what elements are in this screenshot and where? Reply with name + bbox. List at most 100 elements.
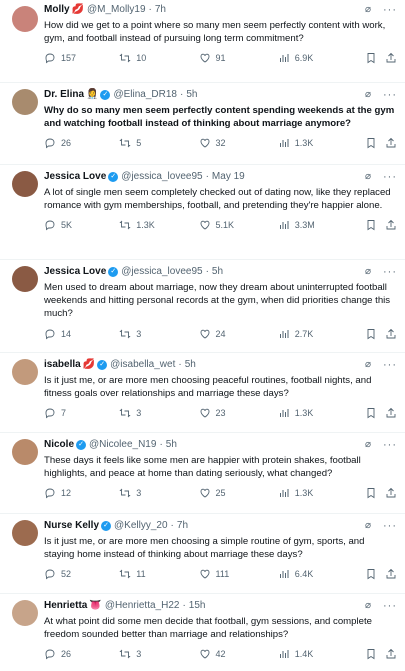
- tweet[interactable]: Molly 💋 @M_Molly19 · 7h ⌀ ··· How did we …: [0, 0, 405, 83]
- tweet[interactable]: Henrietta 👅 @Henrietta_H22 · 15h ⌀ ··· At…: [0, 594, 405, 671]
- tweet[interactable]: Nicole ✓ @Nicolee_N19 · 5h ⌀ ··· These da…: [0, 433, 405, 514]
- avatar[interactable]: [12, 600, 38, 626]
- grok-icon[interactable]: ⌀: [365, 358, 371, 372]
- author-handle[interactable]: @jessica_lovee95: [121, 265, 202, 279]
- reply-button[interactable]: 12: [44, 487, 119, 499]
- avatar[interactable]: [12, 520, 38, 546]
- retweet-button[interactable]: 3: [119, 648, 198, 660]
- share-icon[interactable]: [385, 648, 397, 660]
- share-icon[interactable]: [385, 328, 397, 340]
- reply-button[interactable]: 157: [44, 52, 119, 64]
- tweet-time[interactable]: 5h: [186, 88, 197, 102]
- avatar[interactable]: [12, 266, 38, 292]
- avatar[interactable]: [12, 439, 38, 465]
- author-name[interactable]: Nicole: [44, 438, 74, 452]
- bookmark-icon[interactable]: [365, 219, 377, 231]
- share-icon[interactable]: [385, 137, 397, 149]
- grok-icon[interactable]: ⌀: [365, 519, 371, 533]
- more-icon[interactable]: ···: [383, 438, 397, 452]
- share-icon[interactable]: [385, 407, 397, 419]
- retweet-button[interactable]: 11: [119, 568, 198, 580]
- views-button[interactable]: 1.3K: [278, 407, 357, 419]
- tweet-time[interactable]: 7h: [155, 3, 166, 17]
- reply-button[interactable]: 52: [44, 568, 119, 580]
- like-button[interactable]: 24: [199, 328, 278, 340]
- more-icon[interactable]: ···: [383, 358, 397, 372]
- like-button[interactable]: 23: [199, 407, 278, 419]
- reply-button[interactable]: 26: [44, 648, 119, 660]
- views-button[interactable]: 1.3K: [278, 137, 357, 149]
- retweet-button[interactable]: 3: [119, 328, 198, 340]
- reply-button[interactable]: 14: [44, 328, 119, 340]
- bookmark-icon[interactable]: [365, 407, 377, 419]
- retweet-button[interactable]: 1.3K: [119, 219, 198, 231]
- avatar[interactable]: [12, 171, 38, 197]
- views-button[interactable]: 6.4K: [278, 568, 357, 580]
- retweet-button[interactable]: 3: [119, 487, 198, 499]
- like-button[interactable]: 91: [199, 52, 278, 64]
- tweet-time[interactable]: 15h: [189, 599, 206, 613]
- author-handle[interactable]: @M_Molly19: [87, 3, 146, 17]
- tweet[interactable]: Dr. Elina 👩‍⚕️ ✓ @Elina_DR18 · 5h ⌀ ··· W…: [0, 83, 405, 165]
- like-button[interactable]: 111: [199, 568, 278, 580]
- grok-icon[interactable]: ⌀: [365, 88, 371, 102]
- retweet-button[interactable]: 3: [119, 407, 198, 419]
- like-button[interactable]: 32: [199, 137, 278, 149]
- tweet[interactable]: Jessica Love ✓ @jessica_lovee95 · 5h ⌀ ··…: [0, 260, 405, 353]
- author-handle[interactable]: @Elina_DR18: [113, 88, 177, 102]
- tweet-time[interactable]: 5h: [166, 438, 177, 452]
- grok-icon[interactable]: ⌀: [365, 438, 371, 452]
- views-button[interactable]: 2.7K: [278, 328, 357, 340]
- bookmark-icon[interactable]: [365, 328, 377, 340]
- bookmark-icon[interactable]: [365, 648, 377, 660]
- author-name[interactable]: Nurse Kelly: [44, 519, 99, 533]
- avatar[interactable]: [12, 6, 38, 32]
- share-icon[interactable]: [385, 487, 397, 499]
- more-icon[interactable]: ···: [383, 599, 397, 613]
- more-icon[interactable]: ···: [383, 519, 397, 533]
- more-icon[interactable]: ···: [383, 170, 397, 184]
- views-button[interactable]: 1.3K: [278, 487, 357, 499]
- author-name[interactable]: isabella: [44, 358, 81, 372]
- more-icon[interactable]: ···: [383, 3, 397, 17]
- avatar[interactable]: [12, 359, 38, 385]
- reply-button[interactable]: 26: [44, 137, 119, 149]
- tweet[interactable]: Jessica Love ✓ @jessica_lovee95 · May 19…: [0, 165, 405, 260]
- views-button[interactable]: 6.9K: [278, 52, 357, 64]
- bookmark-icon[interactable]: [365, 487, 377, 499]
- author-name[interactable]: Dr. Elina: [44, 88, 84, 102]
- author-handle[interactable]: @jessica_lovee95: [121, 170, 202, 184]
- more-icon[interactable]: ···: [383, 265, 397, 279]
- author-name[interactable]: Jessica Love: [44, 265, 106, 279]
- tweet-time[interactable]: 5h: [212, 265, 223, 279]
- reply-button[interactable]: 7: [44, 407, 119, 419]
- author-handle[interactable]: @Nicolee_N19: [89, 438, 156, 452]
- retweet-button[interactable]: 10: [119, 52, 198, 64]
- author-name[interactable]: Henrietta: [44, 599, 87, 613]
- share-icon[interactable]: [385, 568, 397, 580]
- bookmark-icon[interactable]: [365, 52, 377, 64]
- author-name[interactable]: Jessica Love: [44, 170, 106, 184]
- more-icon[interactable]: ···: [383, 88, 397, 102]
- grok-icon[interactable]: ⌀: [365, 170, 371, 184]
- tweet-time[interactable]: 7h: [177, 519, 188, 533]
- author-handle[interactable]: @Kellyy_20: [114, 519, 168, 533]
- bookmark-icon[interactable]: [365, 137, 377, 149]
- tweet-time[interactable]: 5h: [185, 358, 196, 372]
- tweet-time[interactable]: May 19: [212, 170, 245, 184]
- share-icon[interactable]: [385, 52, 397, 64]
- tweet[interactable]: isabella 💋 ✓ @isabella_wet · 5h ⌀ ··· Is …: [0, 353, 405, 433]
- grok-icon[interactable]: ⌀: [365, 265, 371, 279]
- author-handle[interactable]: @isabella_wet: [110, 358, 175, 372]
- author-name[interactable]: Molly: [44, 3, 70, 17]
- share-icon[interactable]: [385, 219, 397, 231]
- retweet-button[interactable]: 5: [119, 137, 198, 149]
- author-handle[interactable]: @Henrietta_H22: [105, 599, 180, 613]
- tweet[interactable]: Nurse Kelly ✓ @Kellyy_20 · 7h ⌀ ··· Is it…: [0, 514, 405, 594]
- grok-icon[interactable]: ⌀: [365, 599, 371, 613]
- like-button[interactable]: 25: [199, 487, 278, 499]
- avatar[interactable]: [12, 89, 38, 115]
- like-button[interactable]: 5.1K: [199, 219, 278, 231]
- bookmark-icon[interactable]: [365, 568, 377, 580]
- views-button[interactable]: 1.4K: [278, 648, 357, 660]
